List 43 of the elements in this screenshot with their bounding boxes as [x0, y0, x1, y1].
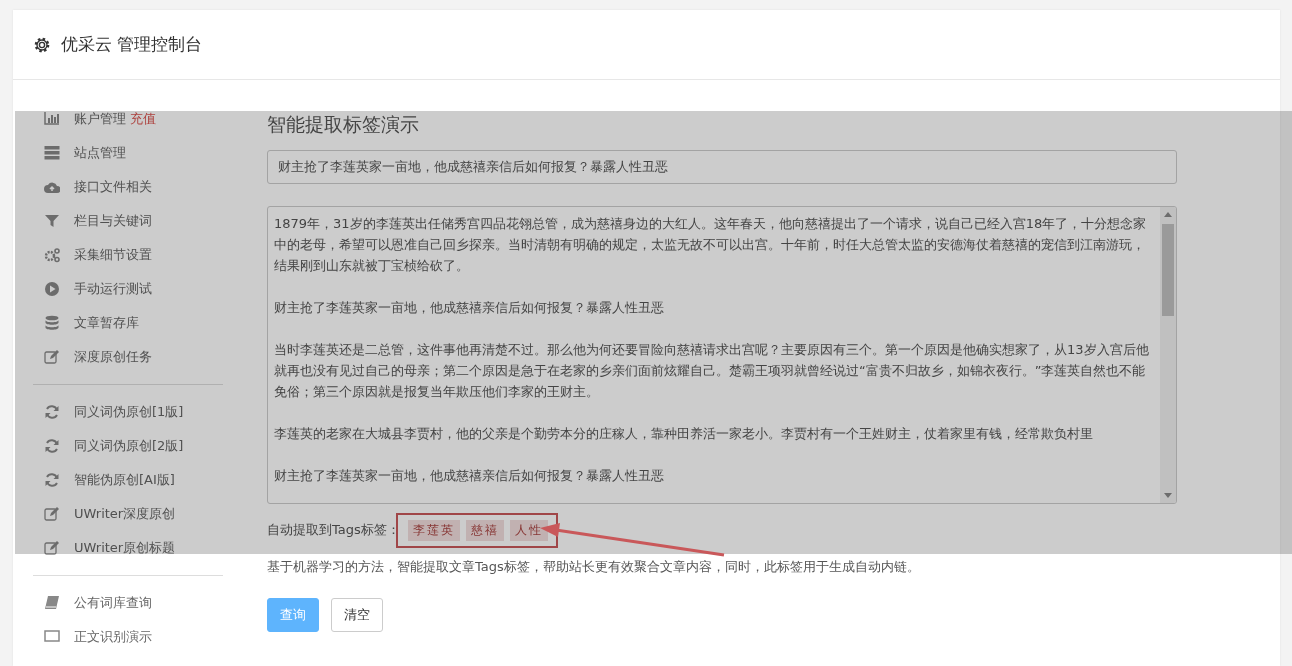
- title-input-field[interactable]: 财主抢了李莲英家一亩地，他成慈禧亲信后如何报复？暴露人性丑恶: [267, 150, 1177, 184]
- database-icon: [44, 315, 60, 331]
- sidebar-item[interactable]: UWriter深度原创: [33, 497, 243, 531]
- sidebar-item[interactable]: 同义词伪原创[2版]: [33, 429, 243, 463]
- tag-chip: 慈禧: [465, 519, 504, 541]
- scroll-thumb[interactable]: [1162, 224, 1174, 316]
- scrollbar[interactable]: [1160, 207, 1176, 503]
- description-text: 基于机器学习的方法，智能提取文章Tags标签，帮助站长更有效聚合文章内容，同时，此标签用于生成自动内链。: [267, 558, 921, 576]
- scroll-up-icon: [1164, 212, 1172, 217]
- book-icon: [44, 595, 60, 611]
- edit-icon: [44, 540, 60, 556]
- bar-chart-icon: [44, 111, 60, 127]
- refresh-icon: [44, 438, 60, 454]
- tag-chip: 李莲英: [407, 519, 460, 541]
- panel-title: 优采云 管理控制台: [61, 33, 203, 56]
- clear-button[interactable]: 清空: [331, 598, 383, 632]
- content-textarea[interactable]: 1879年，31岁的李莲英出任储秀宫四品花翎总管，成为慈禧身边的大红人。这年春天，他向慈禧提出了一个请求，说自己已经入宫18年了，十分想念家中的老母，希望可以恩准自己回乡探亲。当时清朝有明确的规定，太监无故不可以出宫。十年前，时任大总管太监的安德海仗着慈禧的宠信到江南游玩，结果刚到山东就被丁宝桢给砍了。 财主抢了李莲英家一亩地，他成慈禧亲信后如何报复？暴露人性丑恶 当时李莲英还是二总管，这件事他再清楚不过。那么他为何还要冒险向慈禧请求出宫呢？主要原因有三个。第一个原因是他确实想家了，从13岁入宫后他就再也没有见过自己的母亲；第二个原因是急于在老家的乡亲们面前炫耀自己。楚霸王项羽就曾经说过“富贵不归故乡，如锦衣夜行。”李莲英自然也不能免俗；第三个原因就是报复当年欺压他们李家的王财主。 李莲英的老家在大城县李贾村，他的父亲是个勤劳本分的庄稼人，靠种田养活一家老小。李贾村有一个王姓财主，仗着家里有钱，经常欺负村里 财主抢了李莲英家一亩地，他成慈禧亲信后如何报复？暴露人性丑恶: [267, 206, 1177, 504]
- edit-icon: [44, 506, 60, 522]
- sidebar-item[interactable]: 接口文件相关: [33, 170, 243, 204]
- server-icon: [44, 145, 60, 161]
- settings-icon: [33, 35, 51, 54]
- filter-icon: [44, 213, 60, 229]
- scroll-down-icon: [1164, 493, 1172, 498]
- sidebar-item[interactable]: 站点管理: [33, 136, 243, 170]
- sidebar-item[interactable]: 同义词伪原创[1版]: [33, 395, 243, 429]
- sidebar-item[interactable]: 采集细节设置: [33, 238, 243, 272]
- tags-label: 自动提取到Tags标签：: [267, 521, 400, 539]
- sidebar-item[interactable]: UWriter原创标题: [33, 531, 243, 565]
- sidebar-item[interactable]: 公有词库查询: [33, 586, 243, 620]
- sidebar-item[interactable]: 深度原创任务: [33, 340, 243, 374]
- sidebar-item[interactable]: 文章暂存库: [33, 306, 243, 340]
- monitor-icon: [44, 629, 60, 645]
- sidebar-item[interactable]: 账户管理 充值: [33, 102, 243, 136]
- section-title: 智能提取标签演示: [267, 112, 420, 137]
- sidebar-item[interactable]: 智能伪原创[AI版]: [33, 463, 243, 497]
- edit-icon: [44, 349, 60, 365]
- sidebar-item[interactable]: 栏目与关键词: [33, 204, 243, 238]
- play-circle-icon: [44, 281, 60, 297]
- recharge-link[interactable]: 充值: [130, 110, 156, 128]
- refresh-icon: [44, 472, 60, 488]
- sidebar-item[interactable]: 手动运行测试: [33, 272, 243, 306]
- refresh-icon: [44, 404, 60, 420]
- sidebar-item[interactable]: 正文识别演示: [33, 620, 243, 654]
